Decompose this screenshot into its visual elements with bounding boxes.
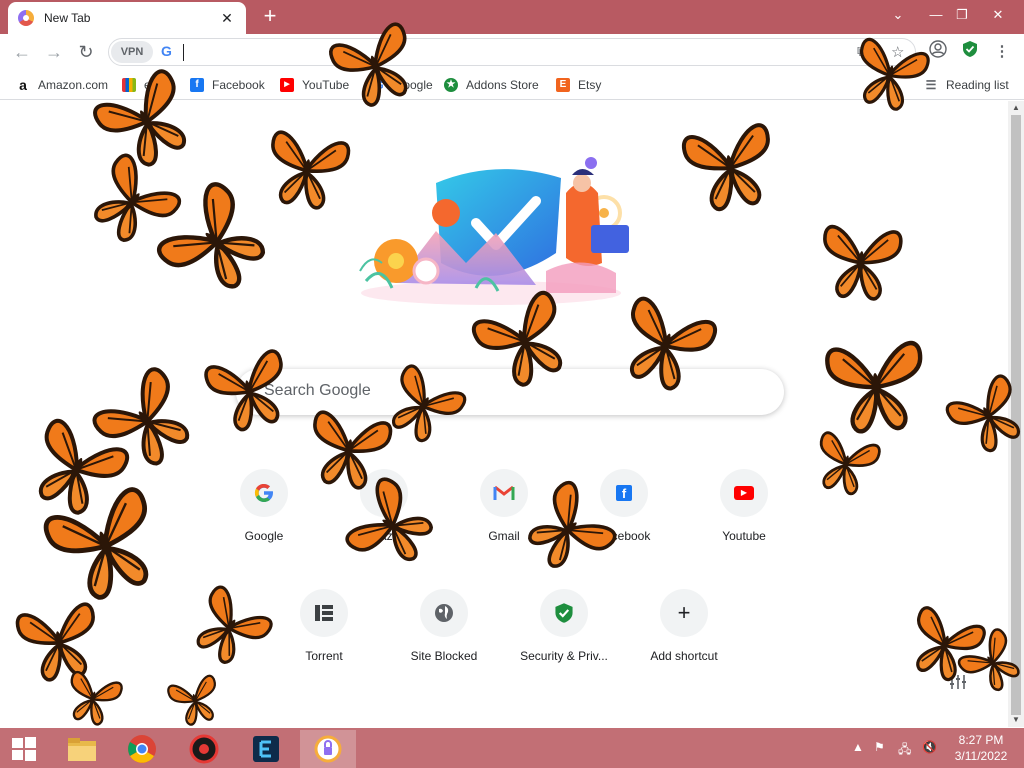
menu-dots-icon[interactable]: ⋮ [990,40,1014,64]
browser-app-icon[interactable] [300,730,356,768]
tab-search-icon[interactable]: ⌄ [882,2,914,28]
app-red-icon[interactable] [176,730,232,768]
bookmark-facebook[interactable]: f Facebook [190,76,265,94]
butterfly-icon [802,211,919,310]
bookmark-etsy[interactable]: E Etsy [556,76,601,94]
shortcut-label: Youtube [722,529,766,543]
facebook-icon: f [190,78,204,92]
shortcut-youtube[interactable]: ▶ Youtube [688,469,800,543]
bookmark-label: Addons Store [466,78,539,92]
tray-expand-icon[interactable]: ▲ [852,740,864,754]
browser-logo-icon [18,10,34,26]
shortcut-label: Torrent [305,649,343,663]
reload-icon[interactable]: ↻ [74,40,98,64]
action-center-flag-icon[interactable]: ⚑ [874,740,885,754]
plus-icon: + [660,589,708,637]
shortcut-label: Site Blocked [410,649,478,663]
shield-extension-icon[interactable] [958,40,982,64]
tab-close-icon[interactable]: ✕ [218,10,236,27]
reading-list-label: Reading list [946,78,1009,92]
reading-list-button[interactable]: ☰ Reading list [924,76,1009,94]
google-icon [240,469,288,517]
add-shortcut-button[interactable]: + Add shortcut [628,589,740,663]
tab-title: New Tab [44,11,91,25]
tab-new-tab[interactable]: New Tab ✕ [8,2,246,34]
addons-store-icon: ★ [444,78,458,92]
app-blue-icon[interactable] [238,730,294,768]
chrome-icon[interactable] [114,730,170,768]
scroll-up-icon[interactable]: ▲ [1008,103,1024,112]
amazon-icon: a [19,77,27,93]
butterfly-icon [255,117,359,221]
text-caret [183,44,184,61]
bookmark-addons-store[interactable]: ★ Addons Store [444,76,539,94]
shortcut-label: Security & Priv... [520,649,608,663]
youtube-icon: ▶ [280,78,294,92]
start-button[interactable] [0,730,48,768]
back-icon[interactable]: ← [10,40,34,64]
clock-date: 3/11/2022 [954,749,1008,763]
clock-time: 8:27 PM [958,733,1004,747]
scroll-down-icon[interactable]: ▼ [1008,715,1024,724]
windows-taskbar: ▲ ⚑ 🖧 🔇 8:27 PM 3/11/2022 [0,728,1024,768]
shortcut-security-privacy[interactable]: Security & Priv... [508,589,620,663]
etsy-icon: E [556,78,570,92]
shortcut-label: Add shortcut [650,649,718,663]
windows-logo-icon [12,737,36,761]
network-icon[interactable]: 🖧 [898,740,911,761]
youtube-icon: ▶ [720,469,768,517]
bookmark-label: Facebook [212,78,265,92]
butterfly-icon [672,108,788,224]
torrent-icon [300,589,348,637]
close-window-button[interactable]: ✕ [982,2,1014,28]
vpn-badge[interactable]: VPN [111,41,153,63]
restore-button[interactable]: ❐ [946,2,978,28]
new-tab-button[interactable]: + [258,5,282,29]
address-bar[interactable]: VPN G ⧉ ☆ [108,38,916,66]
volume-muted-icon[interactable]: 🔇 [922,740,937,754]
shortcut-site-blocked[interactable]: Site Blocked [388,589,500,663]
globe-icon [420,589,468,637]
system-clock[interactable]: 8:27 PM 3/11/2022 [946,732,1016,764]
shortcut-label: Google [244,529,284,543]
security-illustration [359,157,629,305]
bookmark-label: Etsy [578,78,602,92]
forward-icon[interactable]: → [42,40,66,64]
file-explorer-icon[interactable] [54,730,110,768]
shield-icon [540,589,588,637]
